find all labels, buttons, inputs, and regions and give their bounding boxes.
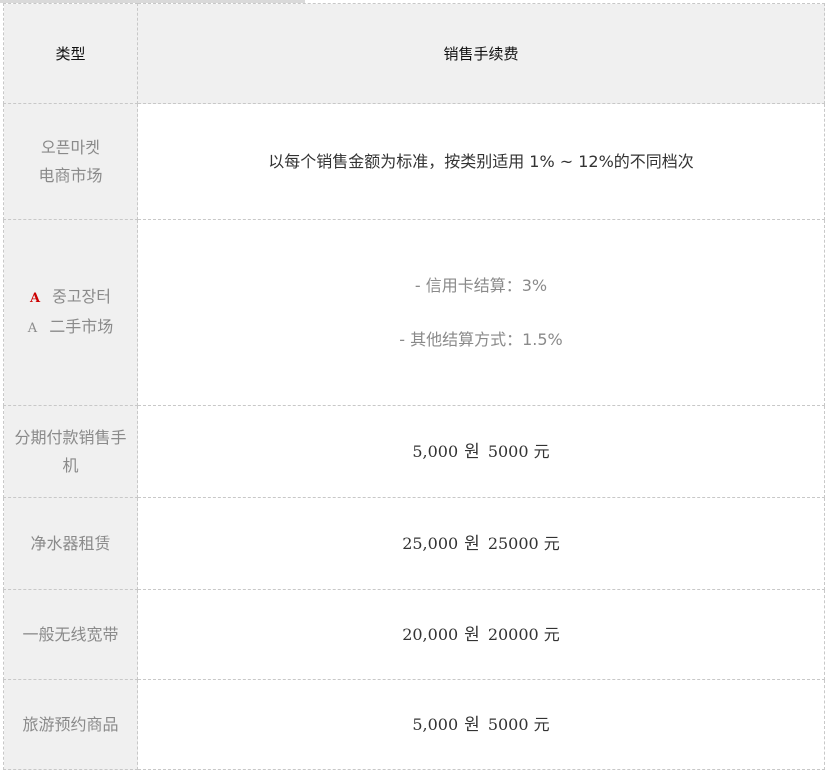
table-row: 旅游预约商品 5,000 원 5000 元: [3, 679, 825, 770]
fee-cell: 20,000 원 20000 元: [137, 589, 825, 680]
won-unit: 원: [464, 624, 480, 645]
table-row: 净水器租赁 25,000 원 25000 元: [3, 497, 825, 590]
fee-line: - 其他结算方式：1.5%: [399, 329, 563, 349]
fee-krw-amount: 5,000: [412, 714, 459, 734]
fee-cell: 25,000 원 25000 元: [137, 497, 825, 590]
fee-cell: - 信用卡结算：3% - 其他结算方式：1.5%: [137, 219, 825, 406]
table-row: 오픈마켓 电商市场 以每个销售金额为标准，按类别适用 1% ~ 12%的不同档次: [3, 103, 825, 220]
won-unit: 원: [464, 714, 480, 735]
fee-line: - 信用卡结算：3%: [414, 275, 548, 295]
fee-cny-amount: 20000 元: [487, 624, 560, 644]
fee-amount: 5,000 원 5000 元: [412, 714, 550, 735]
header-fee-cell: 销售手续费: [137, 3, 825, 104]
category-line: 一般无线宽带: [22, 624, 119, 644]
category-cell: 旅游预约商品: [3, 679, 138, 770]
fee-amount: 20,000 원 20000 元: [402, 624, 560, 645]
fee-cny-amount: 25000 元: [487, 533, 560, 553]
category-line: 旅游预约商品: [22, 714, 119, 734]
category-line: 电商市场: [38, 165, 103, 185]
category-cell: A 중고장터 A 二手市场: [3, 219, 138, 406]
category-line-text: 二手市场: [49, 316, 114, 336]
fee-amount: 5,000 원 5000 元: [412, 441, 550, 462]
category-line: 净水器租赁: [30, 533, 111, 553]
fee-krw-amount: 25,000: [402, 533, 459, 553]
header-type-label: 类型: [55, 44, 86, 63]
fee-krw-amount: 20,000: [402, 624, 459, 644]
fee-cell: 5,000 원 5000 元: [137, 679, 825, 770]
category-line: 오픈마켓: [41, 137, 100, 157]
header-type-cell: 类型: [3, 3, 138, 104]
category-line-text: 중고장터: [52, 286, 111, 306]
fee-krw-amount: 5,000: [412, 441, 459, 461]
won-unit: 원: [464, 533, 480, 554]
header-fee-label: 销售手续费: [443, 44, 519, 63]
category-cell: 一般无线宽带: [3, 589, 138, 680]
category-line: 分期付款销售手机: [14, 427, 127, 475]
fee-cny-amount: 5000 元: [487, 714, 550, 734]
table-row: A 중고장터 A 二手市场 - 信用卡结算：3% - 其他结算方式：1.5%: [3, 219, 825, 406]
fee-table: 类型 销售手续费 오픈마켓 电商市场 以每个销售金额为标准，按类别适用 1% ~…: [3, 3, 825, 770]
category-cell: 分期付款销售手机: [3, 405, 138, 498]
fee-text: 以每个销售金额为标准，按类别适用 1% ~ 12%的不同档次: [268, 151, 694, 171]
red-letter-mark: A: [30, 290, 41, 306]
fee-cell: 以每个销售金额为标准，按类别适用 1% ~ 12%的不同档次: [137, 103, 825, 220]
category-cell: 오픈마켓 电商市场: [3, 103, 138, 220]
fee-cny-amount: 5000 元: [487, 441, 550, 461]
table-row: 分期付款销售手机 5,000 원 5000 元: [3, 405, 825, 498]
fee-amount: 25,000 원 25000 元: [402, 533, 560, 554]
category-cell: 净水器租赁: [3, 497, 138, 590]
category-line: A 二手市场: [10, 313, 131, 343]
gray-letter-mark: A: [27, 320, 38, 336]
table-header-row: 类型 销售手续费: [3, 3, 825, 104]
won-unit: 원: [464, 441, 480, 462]
table-row: 一般无线宽带 20,000 원 20000 元: [3, 589, 825, 680]
fee-cell: 5,000 원 5000 元: [137, 405, 825, 498]
category-line: A 중고장터: [10, 283, 131, 313]
